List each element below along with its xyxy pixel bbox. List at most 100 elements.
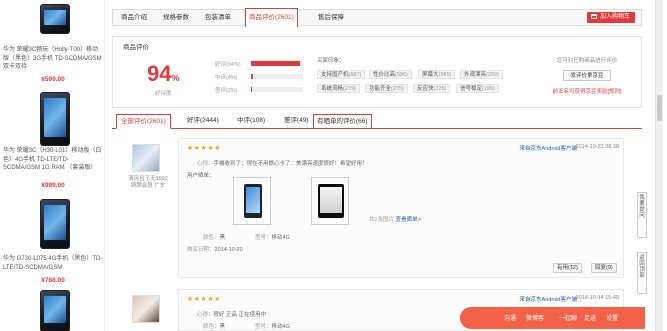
impression-tag[interactable]: 信号稳定(195) [456, 84, 499, 93]
impression-tag[interactable]: 支持国产机(687) [317, 70, 366, 79]
product-image[interactable] [40, 92, 70, 146]
review-content: 心得：手機收到了：現在不用擔心卡了：美漂亮速度很好！希望好用！ [197, 159, 368, 167]
product-card[interactable]: 华为 荣耀3C（H30-L01）移动版（白色）4G手机 TD-LTE/TD-SC… [3, 92, 103, 182]
add-to-cart-label: 加入购物车 [599, 14, 630, 20]
impression-tag[interactable]: 性价比高(596) [369, 70, 412, 79]
impression-tag[interactable]: 外观漂亮(299) [460, 70, 503, 79]
product-color: 颜色：黑 [203, 322, 225, 330]
tag-count: (299) [486, 72, 499, 78]
review-item: 清风且了无1992 铜牌会员 广东 ★★★★★ 来自京东Android客户端 2… [112, 138, 642, 278]
reply-button[interactable]: 回复(9) [591, 263, 617, 273]
impression-tag[interactable]: 屏幕大(365) [418, 70, 456, 79]
buy-date-label: 购买日期： [187, 247, 215, 253]
add-to-cart-button[interactable]: 加入购物车 [586, 12, 635, 23]
review-source[interactable]: 来自京东Android客户端 [520, 144, 577, 152]
tag-name: 外观漂亮 [464, 72, 487, 78]
type-value: 移动4G [271, 235, 290, 241]
filter-good[interactable]: 好评(2444) [187, 114, 219, 129]
cart-icon [590, 14, 597, 19]
tag-name: 系统流畅 [321, 86, 344, 92]
review-source[interactable]: 来自京东Android客户端 [520, 295, 577, 303]
product-image[interactable] [40, 199, 70, 249]
toolbar-settings[interactable]: 设置 [606, 313, 618, 322]
toolbar-weibo[interactable]: 微博客 [526, 313, 544, 322]
photos-label: 用户晒单： [187, 173, 215, 179]
ask-question-button[interactable]: 我要提问 [637, 192, 647, 238]
color-label: 颜色： [203, 324, 220, 330]
product-color: 颜色：黑 [203, 233, 225, 241]
write-review-panel: 您可对已购商品进行评价 发评价拿京豆 前五名可获得京豆奖励[规则] [547, 56, 627, 95]
review-card: ★★★★★ 来自京东Android客户端 2014-10-22 08:38 心得… [178, 138, 624, 278]
type-value: 移动4G [271, 324, 290, 330]
view-photos-link[interactable]: 查看晒单> [396, 217, 421, 223]
filter-all[interactable]: 全部评价(2601) [116, 114, 171, 129]
tab-intro[interactable]: 商品介绍 [118, 10, 150, 25]
toolbar-chat[interactable]: 沟通 [504, 313, 516, 322]
good-rate-unit: % [171, 73, 180, 83]
product-image[interactable] [40, 4, 70, 34]
review-content: 心得：很好 正品 正在使用中 [197, 310, 266, 318]
content-label: 心得： [197, 161, 214, 167]
product-image[interactable] [40, 290, 70, 331]
back-to-top-button[interactable]: 返回顶部 [637, 252, 647, 294]
product-card[interactable]: 华为 荣耀3C畅玩（Holly-T00）移动版（黑色）3G手机 TD-SCDMA… [3, 4, 103, 84]
rate-label: 差评(2%) [215, 88, 238, 94]
product-card[interactable]: 华为 G730-L075 4G手机（黑色）TD-LTE/TD-SCDMA/GSM [3, 193, 103, 283]
review-heading: 商品评价 [123, 44, 149, 51]
rate-bar-fill [251, 87, 253, 92]
tag-name: 功能齐全 [369, 86, 392, 92]
rate-bar [251, 74, 303, 79]
tab-package[interactable]: 包装清单 [202, 10, 234, 25]
tab-specs[interactable]: 规格参数 [160, 10, 192, 25]
rate-label: 中评(4%) [215, 75, 238, 81]
impression-tag[interactable]: 反应快(225) [413, 84, 451, 93]
product-name[interactable]: 华为 G730-L075 4G手机（黑色）TD-LTE/TD-SCDMA/GSM [3, 255, 103, 272]
tab-reviews-label: 商品评价 [249, 14, 275, 21]
product-name[interactable]: 华为 荣耀3C（H30-L01）移动版（白色）4G手机 TD-LTE/TD-SC… [3, 147, 103, 173]
content-label: 心得： [197, 312, 214, 318]
avatar[interactable] [132, 144, 160, 172]
tag-count: (225) [433, 86, 447, 92]
reviewer-level: 铜牌会员 广东 [130, 183, 166, 189]
rating-stars: ★★★★★ [187, 296, 221, 303]
product-price: ¥788.00 [41, 277, 65, 284]
color-label: 颜色： [203, 235, 220, 241]
rules-link[interactable]: 前五名可获得京豆奖励[规则] [547, 87, 627, 95]
tag-count: (596) [395, 72, 408, 78]
content-text: 很好 正品 正在使用中 [213, 312, 267, 318]
color-value: 黑 [219, 324, 226, 330]
filter-bad[interactable]: 差评(49) [284, 114, 309, 129]
good-rate-value: 94 [147, 61, 172, 86]
product-name[interactable]: 华为 荣耀3C畅玩（Holly-T00）移动版（黑色）3G手机 TD-SCDMA… [3, 46, 103, 72]
product-detail-main: 商品介绍 规格参数 包装清单 商品评价(2601) 售后保障 加入购物车 商品评… [112, 0, 642, 331]
review-photo[interactable] [311, 177, 349, 225]
page-scrollbar[interactable] [655, 0, 663, 331]
filter-with-photos[interactable]: 有晒单的评价(66) [313, 114, 372, 129]
tag-name: 屏幕大 [422, 72, 439, 78]
impression-tag[interactable]: 系统流畅(279) [317, 84, 360, 93]
recommended-products: 华为 荣耀3C畅玩（Holly-T00）移动版（黑色）3G手机 TD-SCDMA… [0, 0, 105, 331]
scrollbar-thumb[interactable] [657, 95, 662, 121]
reviewer-name[interactable]: 清风且了无1992 [120, 176, 176, 183]
write-review-button[interactable]: 发评价拿京豆 [563, 70, 611, 81]
toolbar-together[interactable]: 一起聊 [559, 313, 577, 322]
tag-count: (275) [391, 86, 404, 92]
useful-button[interactable]: 有用(12) [553, 263, 582, 273]
product-type: 型号：移动4G [255, 322, 290, 330]
filter-medium[interactable]: 中评(108) [237, 114, 265, 129]
tag-count: (195) [482, 86, 495, 92]
review-photo[interactable] [233, 177, 271, 225]
good-rate: 94% [147, 61, 180, 87]
content-text: 手機收到了：現在不用擔心卡了：美漂亮速度很好！希望好用！ [213, 161, 368, 167]
tab-reviews[interactable]: 商品评价(2601) [245, 8, 298, 27]
product-type: 型号：移动4G [255, 233, 290, 241]
avatar[interactable] [132, 295, 160, 323]
tab-reviews-count: (2601) [275, 14, 294, 21]
tag-name: 反应快 [417, 86, 434, 92]
impression-tag[interactable]: 功能齐全(275) [365, 84, 408, 93]
product-price: ¥599.00 [41, 76, 65, 83]
product-card[interactable] [3, 288, 103, 331]
tab-after-sales[interactable]: 售后保障 [315, 10, 347, 25]
toolbar-history[interactable]: 足迹 [584, 313, 596, 322]
rate-bar [251, 87, 303, 92]
